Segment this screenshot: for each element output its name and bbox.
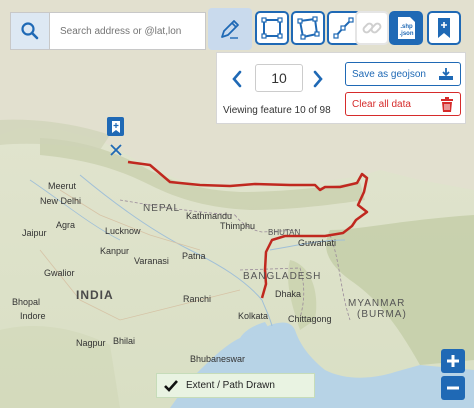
polyline-icon (333, 17, 354, 39)
polygon-tool-button[interactable] (291, 11, 325, 45)
save-geojson-label: Save as geojson (352, 68, 426, 80)
checkmark-icon (164, 379, 178, 392)
label-new-delhi: New Delhi (40, 196, 82, 206)
bookmark-icon (111, 120, 120, 133)
label-nepal: NEPAL (143, 203, 181, 214)
label-jaipur: Jaipur (22, 228, 47, 238)
shapefile-tool-button[interactable]: .shp .json (389, 11, 423, 45)
label-bangladesh: BANGLADESH (243, 271, 322, 282)
label-ranchi: Ranchi (183, 294, 212, 304)
label-bhopal: Bhopal (12, 297, 41, 307)
next-feature-button[interactable] (308, 67, 328, 91)
label-guwahati: Guwahati (298, 238, 337, 248)
label-patna: Patna (182, 251, 206, 261)
pencil-icon (221, 20, 239, 39)
rectangle-icon (261, 17, 283, 39)
link-tool-button (355, 11, 389, 45)
close-feature-button[interactable] (106, 140, 126, 160)
label-agra: Agra (56, 220, 76, 230)
clear-all-label: Clear all data (352, 98, 411, 110)
label-dhaka: Dhaka (275, 289, 302, 299)
svg-text:.json: .json (399, 31, 413, 37)
save-geojson-button[interactable]: Save as geojson (345, 62, 461, 86)
draw-tool-button[interactable] (208, 8, 252, 50)
download-icon (439, 68, 453, 80)
zoom-in-button[interactable] (441, 349, 465, 373)
search-button[interactable] (11, 13, 50, 49)
close-icon (110, 144, 122, 156)
chevron-right-icon (313, 70, 323, 88)
label-kathmandu: Kathmandu (186, 211, 233, 221)
label-varanasi: Varanasi (134, 256, 169, 266)
status-label: Extent / Path Drawn (186, 380, 275, 391)
trash-icon (441, 97, 453, 112)
feature-number-input[interactable] (255, 64, 303, 92)
bookmark-icon (438, 18, 450, 38)
feature-panel: Viewing feature 10 of 98 Save as geojson… (216, 52, 466, 124)
status-bar: Extent / Path Drawn (156, 373, 315, 398)
search-input[interactable] (50, 24, 202, 38)
label-gwalior: Gwalior (44, 268, 75, 278)
label-lucknow: Lucknow (105, 226, 141, 236)
label-bhubaneswar: Bhubaneswar (190, 354, 246, 364)
label-meerut: Meerut (48, 181, 77, 191)
minus-icon (447, 386, 459, 390)
link-icon (362, 22, 382, 34)
feature-bookmark-button[interactable] (107, 117, 124, 136)
label-indore: Indore (20, 311, 46, 321)
label-kanpur: Kanpur (100, 246, 130, 256)
label-nagpur: Nagpur (76, 338, 106, 348)
label-bhutan: BHUTAN (268, 228, 301, 237)
search-icon (21, 22, 39, 40)
label-thimphu: Thimphu (220, 221, 256, 231)
bookmark-tool-button[interactable] (427, 11, 461, 45)
search-bar (10, 12, 206, 50)
label-burma: (BURMA) (357, 309, 407, 320)
label-kolkata: Kolkata (238, 311, 269, 321)
chevron-left-icon (232, 70, 242, 88)
previous-feature-button[interactable] (227, 67, 247, 91)
svg-text:.shp: .shp (400, 24, 413, 30)
label-myanmar: MYANMAR (348, 298, 406, 309)
feature-status-text: Viewing feature 10 of 98 (223, 105, 331, 116)
plus-icon (447, 355, 459, 367)
label-chittagong: Chittagong (288, 314, 332, 324)
shp-json-icon: .shp .json (398, 17, 415, 39)
polygon-icon (297, 16, 320, 40)
clear-all-button[interactable]: Clear all data (345, 92, 461, 116)
label-india: INDIA (76, 288, 114, 302)
label-bhilai: Bhilai (113, 336, 136, 346)
rectangle-tool-button[interactable] (255, 11, 289, 45)
zoom-out-button[interactable] (441, 376, 465, 400)
